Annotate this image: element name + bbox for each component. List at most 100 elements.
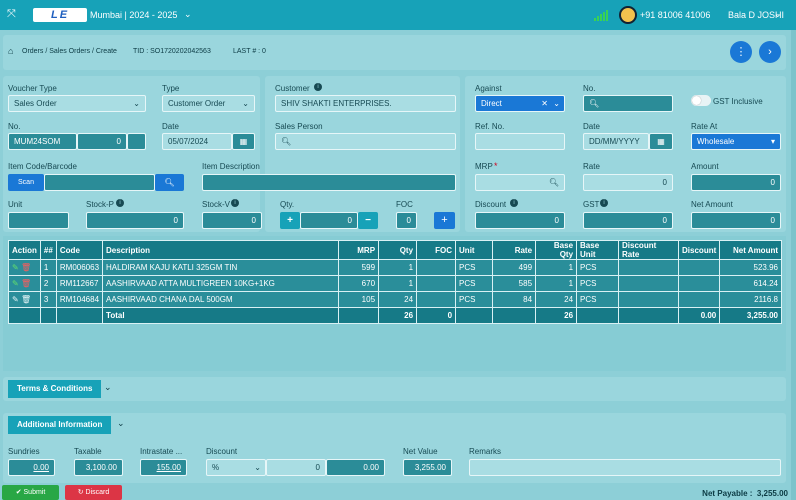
- next-button[interactable]: ›: [759, 41, 781, 63]
- row-qty[interactable]: 1: [378, 275, 418, 292]
- col-foc[interactable]: FOC: [416, 240, 457, 260]
- additional-section-header[interactable]: Additional Information: [8, 416, 112, 434]
- col-code[interactable]: Code: [55, 240, 104, 260]
- edit-icon[interactable]: ✎: [12, 279, 19, 288]
- row-rate[interactable]: 84: [492, 291, 537, 308]
- gst-inclusive-toggle[interactable]: [691, 95, 711, 106]
- table-row[interactable]: ✎ 🗑︎ 3 RM104684 AASHIRVAAD CHANA DAL 500…: [8, 291, 782, 308]
- col-rate[interactable]: Rate: [492, 240, 537, 260]
- against-no-search[interactable]: 🔍︎: [583, 95, 673, 112]
- row-foc[interactable]: [416, 291, 457, 308]
- row-foc[interactable]: [416, 259, 457, 276]
- edit-icon[interactable]: ✎: [12, 263, 19, 272]
- discount-percent-input[interactable]: 0: [266, 459, 326, 476]
- customer-input[interactable]: SHIV SHAKTI ENTERPRISES.: [275, 95, 456, 112]
- expand-icon[interactable]: ⤧: [7, 8, 16, 21]
- against-select[interactable]: Direct ✕ ⌄: [475, 95, 565, 112]
- qty-input[interactable]: 0: [300, 212, 358, 229]
- date-input[interactable]: 05/07/2024: [162, 133, 232, 150]
- amount-input[interactable]: 0: [691, 174, 781, 191]
- info-icon[interactable]: i: [231, 199, 239, 207]
- row-qty[interactable]: 1: [378, 259, 418, 276]
- net-amount-input[interactable]: 0: [691, 212, 781, 229]
- remarks-input[interactable]: [469, 459, 781, 476]
- home-icon[interactable]: ⌂: [8, 46, 13, 56]
- row-foc[interactable]: [416, 275, 457, 292]
- discount-type-select[interactable]: % ⌄: [206, 459, 266, 476]
- stockv-input[interactable]: 0: [202, 212, 262, 229]
- table-row[interactable]: ✎ 🗑︎ 2 RM112667 AASHIRVAAD ATTA MULTIGRE…: [8, 275, 782, 292]
- qty-decrement-button[interactable]: −: [358, 212, 378, 229]
- gst-input[interactable]: 0: [583, 212, 673, 229]
- qty-increment-button[interactable]: +: [280, 212, 300, 229]
- clear-icon[interactable]: ✕: [541, 96, 548, 111]
- info-icon[interactable]: i: [510, 199, 518, 207]
- add-item-button[interactable]: +: [434, 212, 455, 229]
- page-scrollbar[interactable]: [791, 30, 796, 500]
- delete-icon[interactable]: 🗑︎: [21, 295, 31, 304]
- submit-button[interactable]: ✔ Submit: [2, 485, 59, 500]
- row-discount[interactable]: [678, 275, 721, 292]
- row-rate[interactable]: 499: [492, 259, 537, 276]
- calendar-icon[interactable]: ▦: [232, 133, 255, 150]
- row-discount-rate[interactable]: [618, 291, 680, 308]
- info-icon[interactable]: i: [314, 83, 322, 91]
- caret-down-icon: ▾: [770, 137, 775, 146]
- ref-date-input[interactable]: DD/MM/YYYY: [583, 133, 649, 150]
- voucher-type-select[interactable]: Sales Order ⌄: [8, 95, 146, 112]
- number-suffix-input[interactable]: [127, 133, 146, 150]
- edit-icon[interactable]: ✎: [12, 295, 19, 304]
- unit-input[interactable]: [8, 212, 69, 229]
- col-mrp[interactable]: MRP: [338, 240, 380, 260]
- gst-inclusive-label: GST Inclusive: [713, 97, 763, 106]
- chevron-down-icon[interactable]: ⌄: [117, 418, 125, 429]
- col-discount-rate[interactable]: Discount Rate: [618, 240, 680, 260]
- number-input[interactable]: 0: [77, 133, 127, 150]
- col-base-unit[interactable]: Base Unit: [576, 240, 620, 260]
- type-select[interactable]: Customer Order ⌄: [162, 95, 255, 112]
- col-base-qty[interactable]: Base Qty: [535, 240, 578, 260]
- foc-input[interactable]: 0: [396, 212, 417, 229]
- row-qty[interactable]: 24: [378, 291, 418, 308]
- item-description-input[interactable]: [202, 174, 456, 191]
- row-discount[interactable]: [678, 291, 721, 308]
- discount-input[interactable]: 0: [475, 212, 565, 229]
- item-search-button[interactable]: 🔍︎: [155, 174, 184, 191]
- more-options-button[interactable]: ⋮: [730, 41, 752, 63]
- intrastate-value[interactable]: 155.00: [140, 459, 187, 476]
- chevron-down-icon[interactable]: ⌄: [184, 9, 192, 20]
- delete-icon[interactable]: 🗑︎: [21, 279, 31, 288]
- breadcrumb[interactable]: Orders / Sales Orders / Create: [22, 48, 117, 55]
- row-discount-rate[interactable]: [618, 259, 680, 276]
- mrp-search[interactable]: 🔍︎: [475, 174, 565, 191]
- salesperson-search[interactable]: 🔍︎: [275, 133, 456, 150]
- rate-input[interactable]: 0: [583, 174, 673, 191]
- location-year[interactable]: Mumbai | 2024 - 2025: [90, 10, 177, 20]
- row-rate[interactable]: 585: [492, 275, 537, 292]
- sundries-value[interactable]: 0.00: [8, 459, 55, 476]
- col-description[interactable]: Description: [102, 240, 340, 260]
- chevron-down-icon[interactable]: ⌄: [774, 9, 782, 20]
- refno-input[interactable]: [475, 133, 565, 150]
- discard-button[interactable]: ↻ Discard: [65, 485, 122, 500]
- chevron-down-icon[interactable]: ⌄: [104, 382, 112, 393]
- row-code: RM104684: [55, 291, 104, 308]
- item-code-input[interactable]: [44, 174, 155, 191]
- number-prefix-input[interactable]: MUM24SOM: [8, 133, 77, 150]
- terms-section-header[interactable]: Terms & Conditions: [8, 380, 102, 398]
- rateat-select[interactable]: Wholesale ▾: [691, 133, 781, 150]
- info-icon[interactable]: i: [116, 199, 124, 207]
- col-net-amount[interactable]: Net Amount: [719, 240, 782, 260]
- scan-button[interactable]: Scan: [8, 174, 44, 191]
- col-unit[interactable]: Unit: [455, 240, 494, 260]
- col-qty[interactable]: Qty: [378, 240, 418, 260]
- row-discount-rate[interactable]: [618, 275, 680, 292]
- table-row[interactable]: ✎ 🗑︎ 1 RM006063 HALDIRAM KAJU KATLI 325G…: [8, 259, 782, 276]
- stockp-input[interactable]: 0: [86, 212, 184, 229]
- delete-icon[interactable]: 🗑︎: [21, 263, 31, 272]
- info-icon[interactable]: i: [600, 199, 608, 207]
- support-phone[interactable]: +91 81006 41006: [640, 10, 710, 20]
- calendar-icon[interactable]: ▦: [649, 133, 673, 150]
- col-discount[interactable]: Discount: [678, 240, 721, 260]
- row-discount[interactable]: [678, 259, 721, 276]
